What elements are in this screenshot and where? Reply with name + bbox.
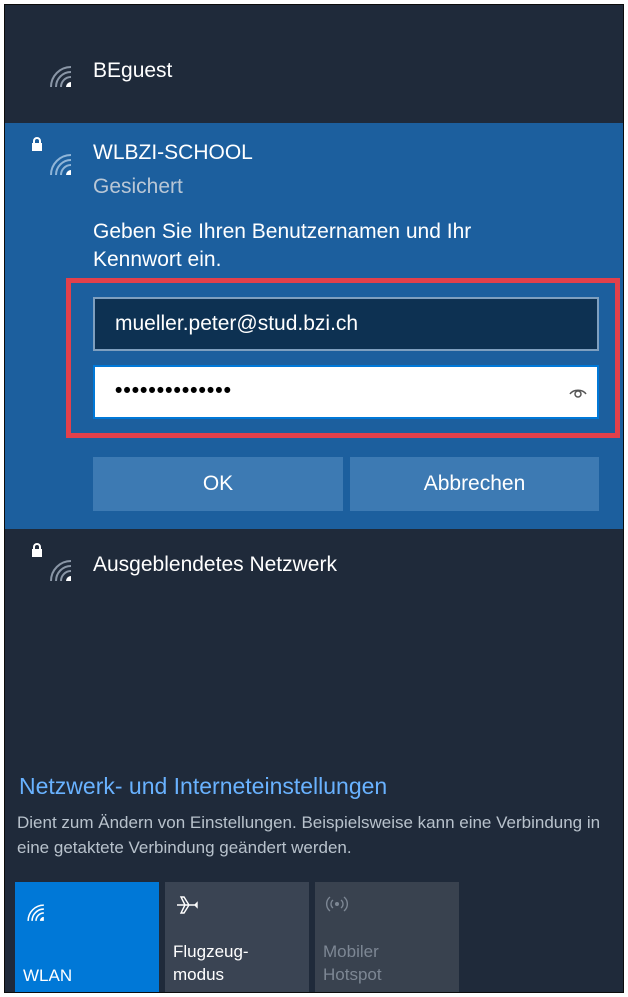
- lock-icon: [32, 137, 42, 151]
- mobile-hotspot-tile: Mobiler Hotspot: [315, 882, 459, 992]
- wifi-icon: [27, 904, 44, 921]
- network-name: Ausgeblendetes Netzwerk: [93, 553, 337, 576]
- wlan-toggle-tile[interactable]: WLAN: [15, 882, 159, 992]
- wifi-signal-icon: [50, 560, 72, 582]
- ok-button[interactable]: OK: [93, 457, 343, 511]
- wifi-signal-icon: [50, 154, 72, 176]
- tile-label: Mobiler Hotspot: [323, 942, 382, 984]
- network-name: WLBZI-SCHOOL: [93, 141, 253, 164]
- network-name: BEguest: [93, 59, 173, 82]
- network-item-hidden[interactable]: Ausgeblendetes Netzwerk: [5, 529, 623, 619]
- lock-icon: [32, 543, 42, 557]
- reveal-password-icon[interactable]: [569, 385, 587, 399]
- airplane-icon: [177, 896, 198, 914]
- credentials-prompt: Geben Sie Ihren Benutzernamen und Ihr Ke…: [93, 220, 472, 271]
- username-input[interactable]: [93, 297, 599, 351]
- network-status: Gesichert: [93, 175, 183, 198]
- network-settings-link[interactable]: Netzwerk- und Interneteinstellungen: [19, 773, 387, 800]
- tile-label: Flugzeug- modus: [173, 942, 249, 984]
- network-item-beguest[interactable]: BEguest: [5, 5, 623, 123]
- network-settings-description: Dient zum Ändern von Einstellungen. Beis…: [17, 813, 601, 857]
- network-item-wlbzi-school[interactable]: WLBZI-SCHOOL Gesichert Geben Sie Ihren B…: [5, 123, 623, 529]
- tile-label: WLAN: [23, 966, 73, 985]
- hotspot-icon: [326, 896, 348, 912]
- password-mask: ••••••••••••••: [115, 379, 232, 402]
- password-input[interactable]: ••••••••••••••: [93, 365, 599, 419]
- network-flyout: BEguest WLBZI-SCHOOL Gesichert Geben Sie…: [4, 4, 624, 993]
- airplane-mode-tile[interactable]: Flugzeug- modus: [165, 882, 309, 992]
- cancel-button[interactable]: Abbrechen: [350, 457, 599, 511]
- wifi-signal-icon: [50, 66, 72, 88]
